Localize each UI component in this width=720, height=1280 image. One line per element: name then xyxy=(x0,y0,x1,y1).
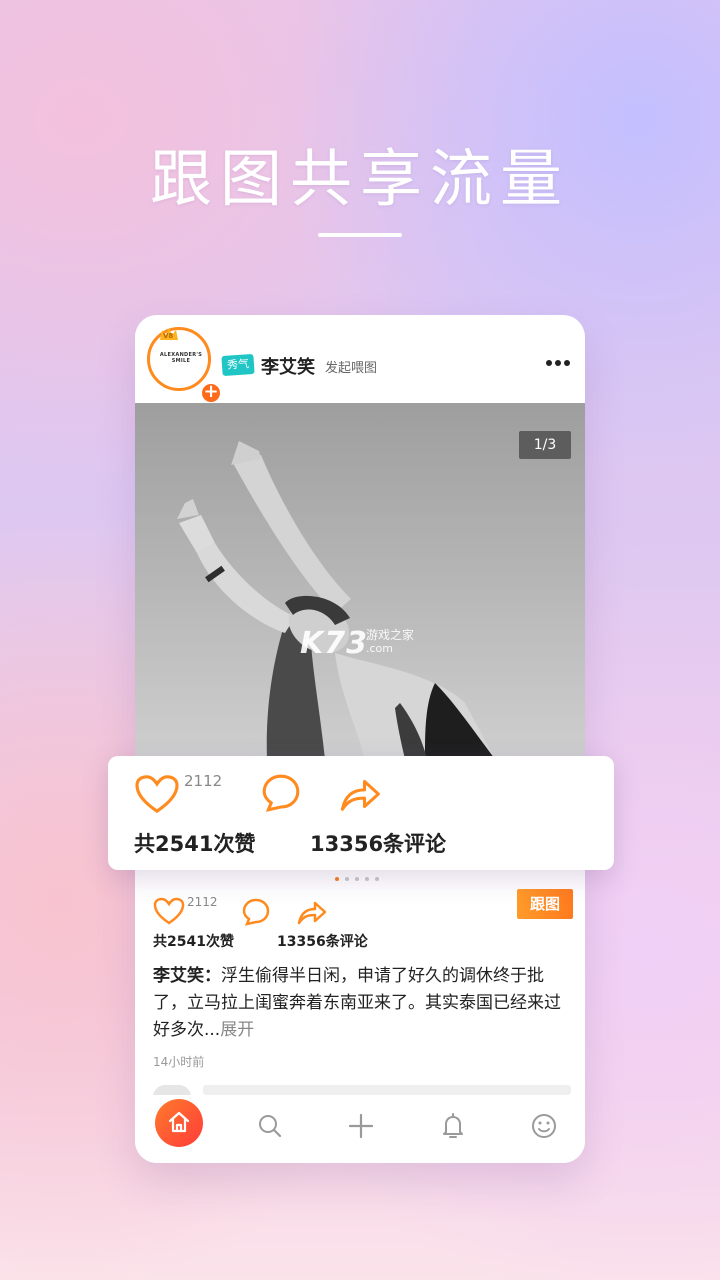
username[interactable]: 李艾笑 xyxy=(261,353,315,379)
likes-total: 共2541次赞 xyxy=(134,832,256,856)
heart-icon[interactable] xyxy=(134,774,180,814)
phone-mockup: V8 ALEXANDER'S SMILE + 秀气 李艾笑 发起喂图 1/3 2… xyxy=(135,315,585,1163)
home-icon xyxy=(168,1111,190,1133)
comment-icon[interactable] xyxy=(260,772,302,814)
watermark-logo: K73 xyxy=(300,626,368,661)
caption-author[interactable]: 李艾笑： xyxy=(153,966,221,986)
plus-icon[interactable] xyxy=(346,1111,376,1141)
bell-icon[interactable] xyxy=(438,1111,468,1141)
follow-image-button[interactable]: 跟图 xyxy=(517,889,573,919)
promo-headline: 跟图共享流量 xyxy=(149,142,570,215)
tab-home[interactable] xyxy=(155,1099,203,1147)
heart-icon[interactable] xyxy=(153,897,185,925)
more-horizontal-icon[interactable] xyxy=(543,353,573,373)
likes-total: 共2541次赞 xyxy=(153,934,234,950)
stats-popout-card: 2112 共2541次赞 13356条评论 xyxy=(108,756,614,870)
like-count: 2112 xyxy=(184,772,223,790)
smiley-icon[interactable] xyxy=(529,1111,559,1141)
tag-badge: 秀气 xyxy=(221,353,255,377)
post-header: V8 ALEXANDER'S SMILE + 秀气 李艾笑 发起喂图 xyxy=(135,315,585,404)
share-icon[interactable] xyxy=(336,776,382,812)
watermark-subtitle: 游戏之家 xyxy=(366,628,415,642)
comments-total[interactable]: 13356条评论 xyxy=(310,828,446,858)
image-page-counter: 1/3 xyxy=(519,431,571,459)
share-icon[interactable] xyxy=(295,899,327,925)
avatar-logo-text: ALEXANDER'S SMILE xyxy=(159,352,203,364)
post-caption: 李艾笑：浮生偷得半日闲，申请了好久的调休终于批了，立马拉上闺蜜奔着东南亚来了。其… xyxy=(153,963,571,1044)
watermark-domain: .com xyxy=(366,642,393,655)
avatar[interactable]: V8 ALEXANDER'S SMILE + xyxy=(147,327,222,404)
comment-icon[interactable] xyxy=(241,897,271,927)
comments-total[interactable]: 13356条评论 xyxy=(277,931,368,951)
vip-level-badge: V8 xyxy=(163,332,174,340)
photo-dancer-illustration xyxy=(135,403,585,759)
bottom-tab-bar xyxy=(135,1095,585,1163)
post-timestamp: 14小时前 xyxy=(153,1055,205,1069)
expand-link[interactable]: 展开 xyxy=(220,1020,254,1040)
post-action-label: 发起喂图 xyxy=(325,361,378,376)
follow-plus-icon[interactable]: + xyxy=(200,382,222,404)
comment-input[interactable] xyxy=(203,1085,571,1095)
headline-divider xyxy=(318,233,402,237)
like-count: 2112 xyxy=(187,895,218,909)
search-icon[interactable] xyxy=(255,1111,285,1141)
post-photo[interactable]: 1/3 xyxy=(135,403,585,759)
post-actions: 2112 跟图 共2541次赞 13356条评论 xyxy=(135,875,585,955)
